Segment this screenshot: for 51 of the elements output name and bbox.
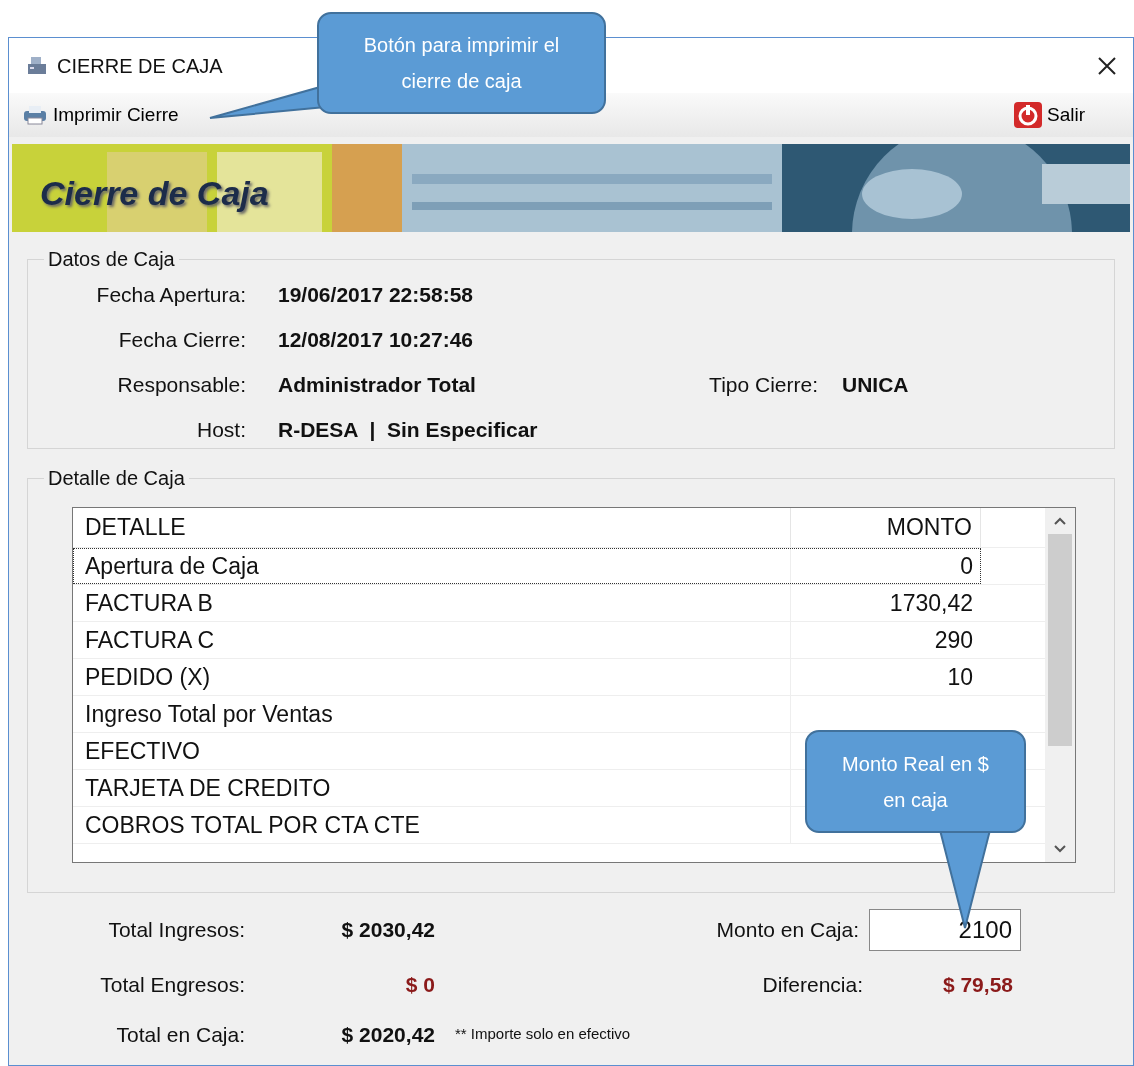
window-title: CIERRE DE CAJA bbox=[57, 53, 223, 79]
power-icon bbox=[1013, 101, 1043, 129]
field-value: 19/06/2017 22:58:58 bbox=[278, 281, 474, 308]
table-cell-text: 1730,42 bbox=[888, 588, 974, 618]
table-cell: EFECTIVO bbox=[73, 733, 791, 769]
field-value: $ 79,58 bbox=[941, 972, 1013, 998]
table-cell: TARJETA DE CREDITO bbox=[73, 770, 791, 806]
field-value: $ 2030,42 bbox=[340, 917, 435, 944]
close-icon[interactable] bbox=[1097, 55, 1117, 76]
field-label: Diferencia: bbox=[761, 972, 864, 998]
table-cell: PEDIDO (X) bbox=[73, 659, 791, 695]
field-label: Monto en Caja: bbox=[715, 917, 860, 944]
table-cell-text: 10 bbox=[946, 662, 974, 692]
field-label: Total Ingresos: bbox=[107, 917, 245, 944]
note-text: ** Importe solo en efectivo bbox=[454, 1024, 632, 1044]
table-row[interactable]: FACTURA C 290 bbox=[73, 622, 981, 658]
group-title: Detalle de Caja bbox=[47, 466, 186, 491]
table-row[interactable]: Apertura de Caja 0 bbox=[73, 548, 981, 584]
input-field[interactable]: 2100 bbox=[869, 909, 1021, 951]
scroll-thumb[interactable] bbox=[1048, 534, 1072, 746]
scrollbar[interactable] bbox=[1045, 508, 1075, 862]
field-label: Host: bbox=[196, 416, 247, 443]
table-row[interactable]: FACTURA B 1730,42 bbox=[73, 585, 981, 621]
field-label: Responsable: bbox=[116, 371, 247, 398]
table-row[interactable]: Ingreso Total por Ventas bbox=[73, 696, 981, 732]
field-value: 12/08/2017 10:27:46 bbox=[278, 326, 474, 353]
table-row[interactable]: PEDIDO (X) 10 bbox=[73, 659, 981, 695]
printer-icon bbox=[21, 103, 49, 127]
field-value: Administrador Total bbox=[278, 371, 477, 398]
field-label: Fecha Cierre: bbox=[117, 326, 247, 353]
group-title: Datos de Caja bbox=[47, 247, 176, 272]
table-cell: FACTURA C bbox=[73, 622, 791, 658]
table-cell: FACTURA B bbox=[73, 585, 791, 621]
table-cell-text: 0 bbox=[959, 551, 974, 581]
field-value: $ 2020,42 bbox=[340, 1021, 435, 1048]
print-button[interactable]: Imprimir Cierre bbox=[17, 100, 183, 130]
exit-button[interactable]: Salir bbox=[1013, 100, 1085, 130]
table-cell: Ingreso Total por Ventas bbox=[73, 696, 791, 732]
table-cell: Apertura de Caja bbox=[73, 548, 791, 584]
field-value: UNICA bbox=[842, 371, 909, 398]
column-header[interactable]: MONTO bbox=[791, 508, 981, 547]
field-label: Fecha Apertura: bbox=[95, 281, 247, 308]
table-cell-text: 290 bbox=[933, 625, 974, 655]
field-value: $ 0 bbox=[404, 972, 435, 998]
field-label: Total en Caja: bbox=[115, 1021, 245, 1048]
field-label: Tipo Cierre: bbox=[708, 371, 819, 398]
banner-title: Cierre de Caja bbox=[40, 173, 269, 214]
field-value: R-DESA | Sin Especificar bbox=[278, 416, 539, 443]
field-label: Total Engresos: bbox=[99, 972, 245, 998]
column-header[interactable]: DETALLE bbox=[73, 508, 791, 547]
table-cell: COBROS TOTAL POR CTA CTE bbox=[73, 807, 791, 843]
